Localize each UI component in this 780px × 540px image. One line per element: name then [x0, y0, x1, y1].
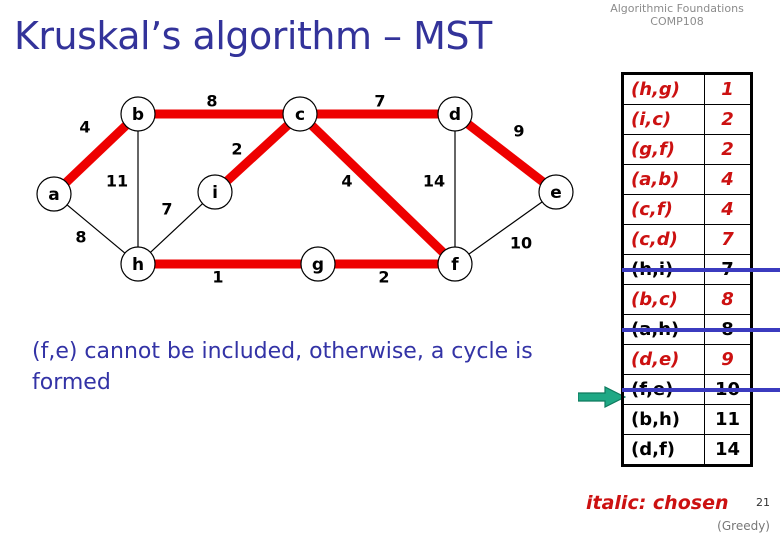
pointer-arrow-icon: [578, 386, 626, 408]
edge-weight-cell: 2: [704, 134, 752, 165]
graph-node-c: c: [282, 96, 318, 132]
edge-name-cell: (i,c): [622, 104, 705, 135]
table-row: (h,g) 1: [622, 73, 752, 105]
edge-weight-d-f: 14: [423, 172, 445, 191]
graph-node-a: a: [36, 176, 72, 212]
graph-node-g: g: [300, 246, 336, 282]
graph-node-b: b: [120, 96, 156, 132]
graph-diagram: a b c d e f g h i 4 8 7 9 10 2 1 7 2 4 14 11 8: [0, 70, 610, 310]
edge-name-cell: (h,g): [622, 73, 705, 105]
graph-node-e: e: [538, 174, 574, 210]
edge-weight-cell: 4: [704, 164, 752, 195]
edge-weight-c-f: 4: [341, 172, 352, 191]
node-label-f: f: [451, 255, 459, 275]
edge-weight-h-i: 7: [161, 200, 172, 219]
edge-name-cell: (b,c): [622, 284, 705, 315]
edge-weight-cell: 2: [704, 104, 752, 135]
table-row: (f,e) 10: [621, 374, 780, 405]
graph-edge-layer: [61, 109, 548, 269]
edge-name-cell: (d,f): [622, 434, 705, 466]
edge-weight-a-h: 8: [75, 228, 86, 247]
edge-weight-cell: 4: [704, 194, 752, 225]
graph-node-i: i: [197, 174, 233, 210]
footer-note: (Greedy): [717, 519, 770, 533]
edge-weight-cell: 7: [704, 224, 752, 255]
page-number: 21: [756, 496, 770, 509]
graph-svg: a b c d e f g h i 4 8 7 9 10 2 1 7 2 4 14 11 8: [36, 92, 574, 287]
edge-weight-f-g: 2: [378, 268, 389, 287]
edge-weight-i-c: 2: [231, 140, 242, 159]
table-row: (a,b) 4: [622, 164, 752, 195]
table-row: (g,f) 2: [622, 134, 752, 165]
graph-node-h: h: [120, 246, 156, 282]
graph-node-d: d: [437, 96, 473, 132]
table-row: (d,e) 9: [622, 344, 752, 375]
table-row: (i,c) 2: [622, 104, 752, 135]
explanation-caption: (f,e) cannot be included, otherwise, a c…: [32, 339, 533, 395]
node-label-i: i: [212, 183, 218, 203]
edge-weight-cell: 14: [704, 434, 752, 466]
table-row: (h,i) 7: [621, 254, 780, 285]
node-label-c: c: [295, 105, 305, 125]
node-label-a: a: [48, 185, 59, 205]
course-header: Algorithmic Foundations COMP108: [582, 2, 772, 28]
edge-weight-g-h: 1: [212, 268, 223, 287]
node-label-e: e: [550, 183, 562, 203]
edge-name-cell: (f,e): [621, 374, 708, 405]
node-label-g: g: [312, 255, 324, 275]
graph-edge-e-f: [466, 199, 545, 257]
edge-weight-cell: 7: [703, 254, 780, 285]
edge-name-cell: (c,d): [622, 224, 705, 255]
table-row: (c,f) 4: [622, 194, 752, 225]
edge-name-cell: (d,e): [622, 344, 705, 375]
graph-edge-h-i: [147, 201, 206, 255]
table-row: (a,h) 8: [621, 314, 780, 345]
edge-name-cell: (h,i): [621, 254, 708, 285]
edge-weight-a-b: 4: [79, 118, 90, 137]
course-code: COMP108: [650, 15, 704, 28]
edge-weight-cell: 8: [704, 284, 752, 315]
page-title: Kruskal’s algorithm – MST: [14, 14, 492, 58]
node-label-b: b: [132, 105, 144, 125]
graph-edge-d-e: [463, 118, 548, 188]
edge-weight-cell: 8: [703, 314, 780, 345]
edge-weight-cell: 9: [704, 344, 752, 375]
table-row: (c,d) 7: [622, 224, 752, 255]
edge-name-cell: (g,f): [622, 134, 705, 165]
table-row: (d,f) 14: [622, 434, 752, 466]
table-row: (b,h) 11: [622, 404, 752, 435]
edge-weight-e-f: 10: [510, 234, 532, 253]
course-title: Algorithmic Foundations: [610, 2, 744, 15]
graph-edge-a-h: [64, 202, 128, 256]
edge-name-cell: (a,h): [621, 314, 708, 345]
node-label-h: h: [132, 255, 144, 275]
edge-name-cell: (a,b): [622, 164, 705, 195]
edge-weight-cell: 1: [704, 73, 752, 105]
edge-weight-b-c: 8: [206, 92, 217, 111]
table-row: (b,c) 8: [622, 284, 752, 315]
edge-weight-c-d: 7: [374, 92, 385, 111]
edge-name-cell: (c,f): [622, 194, 705, 225]
edge-weight-b-h: 11: [106, 172, 128, 191]
graph-node-f: f: [437, 246, 473, 282]
edge-table-body: (h,g) 1 (i,c) 2 (g,f) 2 (a,b) 4 (c,f) 4 (c,d) 7 (h,i…: [621, 73, 780, 466]
edge-name-cell: (b,h): [622, 404, 705, 435]
edge-weight-d-e: 9: [513, 122, 524, 141]
node-label-d: d: [449, 105, 461, 125]
edge-weight-table: (h,g) 1 (i,c) 2 (g,f) 2 (a,b) 4 (c,f) 4 (c,d) 7 (h,i…: [621, 72, 780, 467]
edge-weight-cell: 10: [703, 374, 780, 405]
edge-weight-cell: 11: [704, 404, 752, 435]
legend-italic-chosen: italic: chosen: [586, 492, 729, 514]
